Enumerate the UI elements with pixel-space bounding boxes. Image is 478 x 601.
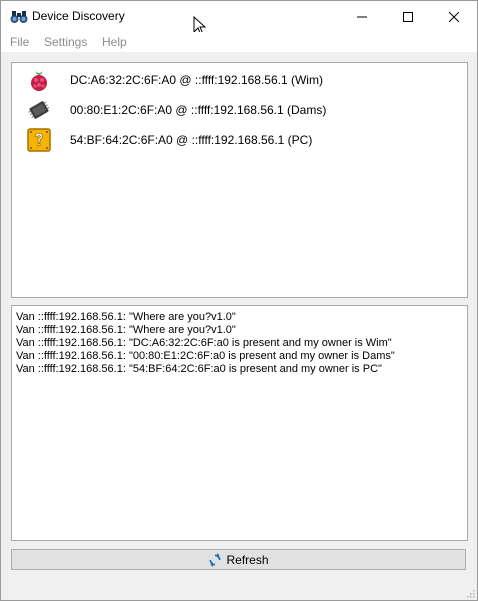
device-label: 00:80:E1:2C:6F:A0 @ ::ffff:192.168.56.1 … bbox=[70, 103, 327, 117]
device-item-wim[interactable]: DC:A6:32:2C:6F:A0 @ ::ffff:192.168.56.1 … bbox=[12, 65, 467, 95]
app-window: Device Discovery File Settings Help DC:A… bbox=[0, 0, 478, 601]
chip-icon bbox=[28, 101, 50, 119]
resize-grip-icon[interactable] bbox=[465, 588, 475, 598]
close-icon bbox=[449, 11, 459, 22]
minimize-icon bbox=[357, 16, 367, 17]
refresh-button[interactable]: Refresh bbox=[11, 549, 466, 570]
log-output[interactable]: Van ::ffff:192.168.56.1: "Where are you?… bbox=[11, 305, 468, 541]
log-line: Van ::ffff:192.168.56.1: "00:80:E1:2C:6F… bbox=[16, 350, 395, 362]
maximize-button[interactable] bbox=[385, 1, 431, 32]
log-line: Van ::ffff:192.168.56.1: "Where are you?… bbox=[16, 311, 236, 323]
device-label: DC:A6:32:2C:6F:A0 @ ::ffff:192.168.56.1 … bbox=[70, 73, 323, 87]
log-line: Van ::ffff:192.168.56.1: "54:BF:64:2C:6F… bbox=[16, 363, 382, 375]
log-line: Van ::ffff:192.168.56.1: "DC:A6:32:2C:6F… bbox=[16, 337, 392, 349]
device-item-pc[interactable]: 54:BF:64:2C:6F:A0 @ ::ffff:192.168.56.1 … bbox=[12, 125, 467, 155]
close-button[interactable] bbox=[431, 1, 477, 32]
menu-help[interactable]: Help bbox=[102, 35, 127, 49]
question-block-icon bbox=[27, 128, 51, 152]
binoculars-icon bbox=[10, 11, 28, 23]
refresh-icon bbox=[209, 552, 221, 567]
title-bar[interactable]: Device Discovery bbox=[1, 1, 477, 36]
raspberry-pi-icon bbox=[31, 71, 47, 91]
window-title: Device Discovery bbox=[32, 9, 125, 23]
device-list[interactable]: DC:A6:32:2C:6F:A0 @ ::ffff:192.168.56.1 … bbox=[11, 62, 468, 298]
device-label: 54:BF:64:2C:6F:A0 @ ::ffff:192.168.56.1 … bbox=[70, 133, 313, 147]
menu-settings[interactable]: Settings bbox=[44, 35, 87, 49]
menu-bar: File Settings Help bbox=[1, 32, 477, 52]
refresh-label: Refresh bbox=[226, 552, 269, 567]
log-line: Van ::ffff:192.168.56.1: "Where are you?… bbox=[16, 324, 236, 336]
device-item-dams[interactable]: 00:80:E1:2C:6F:A0 @ ::ffff:192.168.56.1 … bbox=[12, 95, 467, 125]
menu-file[interactable]: File bbox=[10, 35, 29, 49]
maximize-icon bbox=[403, 11, 413, 22]
minimize-button[interactable] bbox=[339, 1, 385, 32]
